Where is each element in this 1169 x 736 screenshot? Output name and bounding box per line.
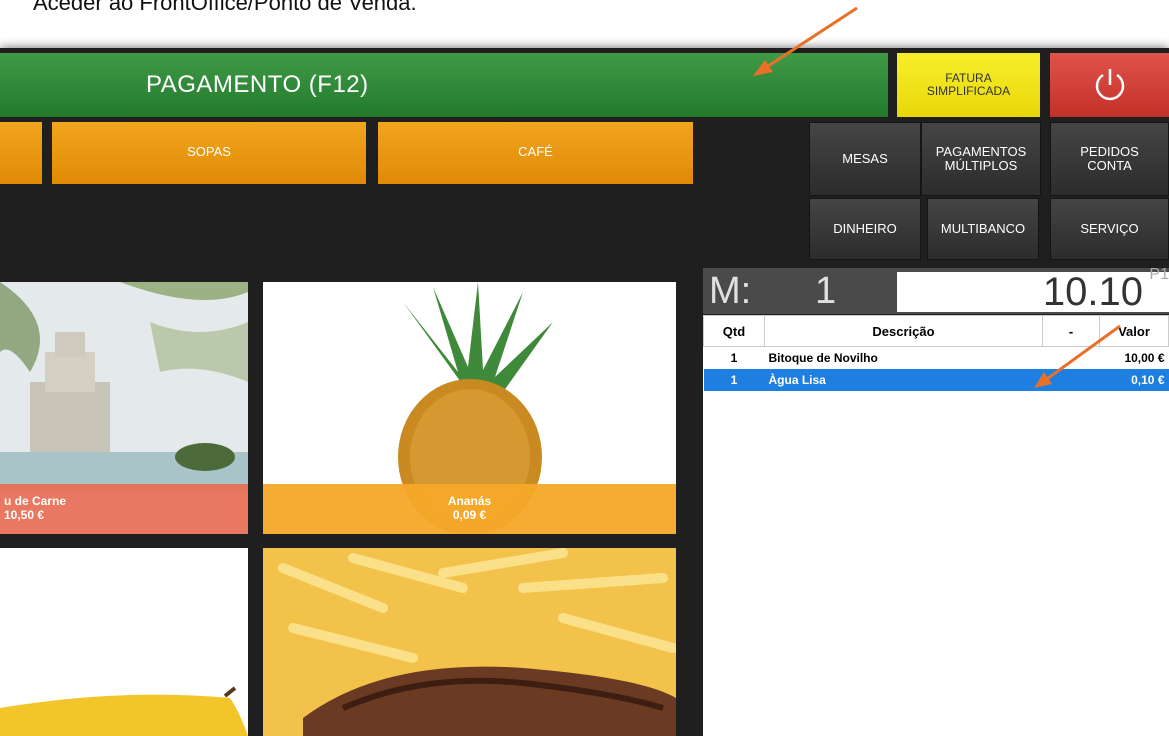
simplified-invoice-label-line2: SIMPLIFICADA [926,84,1011,98]
category-button-cafe[interactable]: CAFÉ [378,122,693,184]
category-cafe-label: CAFÉ [518,144,553,159]
order-row-qty: 1 [703,369,765,391]
service-label: SERVIÇO [1080,220,1139,236]
product-price-ananas: 0,09 € [452,508,487,522]
product-name-carne: u de Carne [4,494,67,509]
product-price-carne: 10,50 € [4,508,45,522]
table-label: M: [709,270,752,312]
banana-image [0,686,248,736]
mesas-button[interactable]: MESAS [809,122,921,196]
multiple-payments-label-line1: PAGAMENTOS [935,143,1027,159]
order-header: M: 1 10.10 P1 [703,266,1169,314]
category-button-sopas[interactable]: SOPAS [52,122,366,184]
order-total-box: 10.10 P1 [897,266,1169,314]
power-button[interactable] [1050,53,1169,117]
product-tile-bitoque[interactable] [263,548,676,736]
multiple-payments-button[interactable]: PAGAMENTOS MÚLTIPLOS [921,122,1041,196]
product-label-ananas: Ananás 0,09 € [263,484,676,534]
product-tile-ananas[interactable]: Ananás 0,09 € [263,282,676,534]
category-sopas-label: SOPAS [187,144,231,159]
annotation-arrow-order [1034,324,1121,388]
annotation-arrow-payment [753,6,858,76]
price-level: P1 [1149,266,1169,283]
order-row-desc: Bitoque de Novilho [768,351,878,365]
order-row-qty: 1 [730,351,738,365]
account-orders-label-line1: PEDIDOS [1080,143,1139,159]
column-descricao: Descrição [764,315,1043,347]
power-icon [1095,69,1124,101]
order-row-desc: Àgua Lisa [764,369,1043,391]
multiple-payments-label-line2: MÚLTIPLOS [944,158,1018,173]
account-orders-label-line2: CONTA [1087,158,1132,173]
multibanco-button[interactable]: MULTIBANCO [927,198,1039,260]
category-button-partial[interactable] [0,122,42,184]
instruction-caption: Aceder ao FrontOffice/Ponto de Venda. [33,0,417,15]
order-total: 10.10 [1042,270,1143,314]
product-tile-banana[interactable] [0,548,248,736]
product-label-carne: u de Carne 10,50 € [0,484,248,534]
cash-label: DINHEIRO [833,220,897,236]
pos-frontoffice-window: PAGAMENTO (F12) FATURA SIMPLIFICADA SOPA… [0,48,1169,736]
product-name-ananas: Ananás [447,494,492,509]
cash-button[interactable]: DINHEIRO [809,198,921,260]
multibanco-label: MULTIBANCO [940,220,1026,236]
service-button[interactable]: SERVIÇO [1050,198,1169,260]
mesas-label: MESAS [842,150,888,166]
column-qtd: Qtd [703,315,765,347]
simplified-invoice-button[interactable]: FATURA SIMPLIFICADA [897,53,1040,117]
table-number: 1 [815,270,837,312]
steak-fries-image [263,548,676,736]
account-orders-button[interactable]: PEDIDOS CONTA [1050,122,1169,196]
payment-button-label: PAGAMENTO (F12) [146,71,369,98]
product-tile-carne[interactable]: u de Carne 10,50 € [0,282,248,534]
